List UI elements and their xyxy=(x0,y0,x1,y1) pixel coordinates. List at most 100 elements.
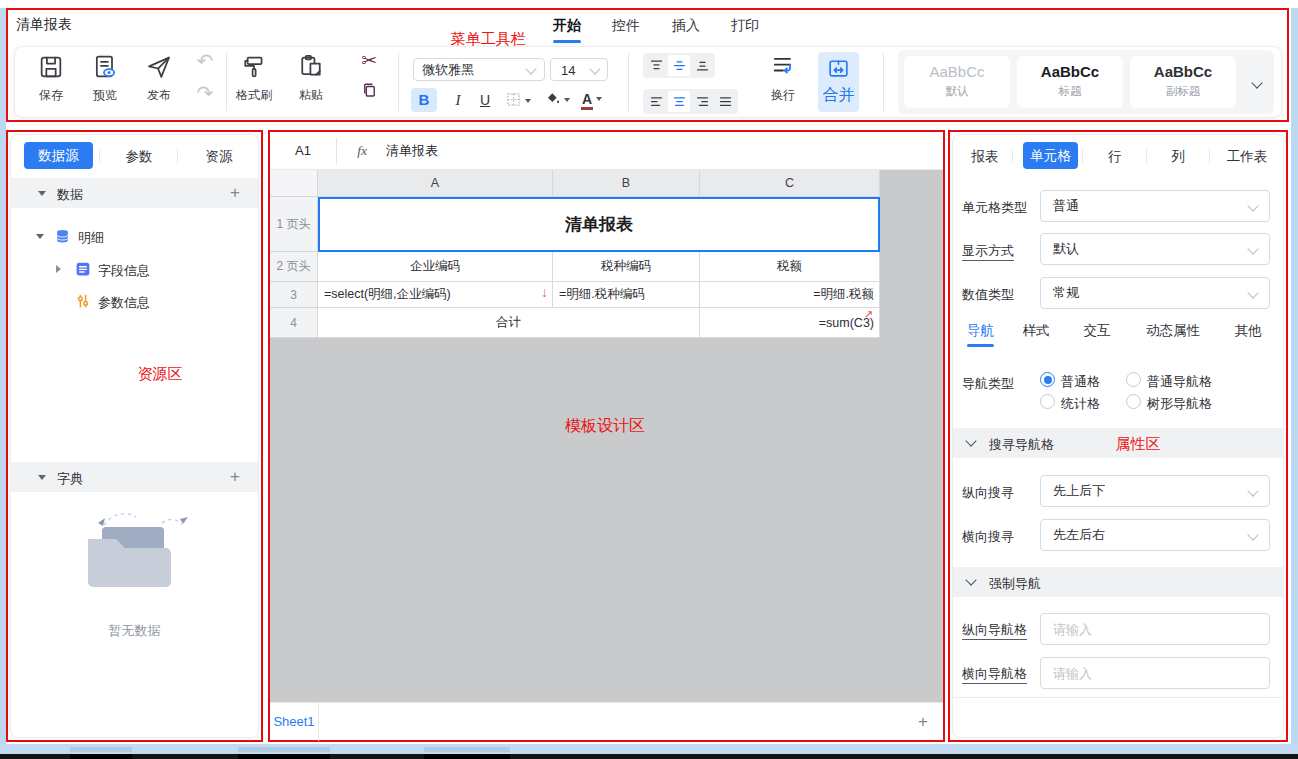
align-bottom-button[interactable] xyxy=(691,55,713,76)
redo-button[interactable]: ↷ xyxy=(192,81,218,105)
undo-button[interactable]: ↶ xyxy=(192,49,218,73)
cell-a2[interactable]: 企业编码 xyxy=(318,252,553,282)
tab-start[interactable]: 开始 xyxy=(553,17,581,35)
cell-reference[interactable]: A1 xyxy=(270,132,336,170)
annotation-resource-area: 资源区 xyxy=(118,365,202,384)
paste-button[interactable]: 粘贴 xyxy=(285,53,337,104)
cell-b2[interactable]: 税种编码 xyxy=(553,252,700,282)
italic-button[interactable]: I xyxy=(448,88,468,112)
expand-arrow-icon[interactable] xyxy=(56,265,61,273)
align-top-button[interactable] xyxy=(645,55,667,76)
sheet-tab[interactable]: Sheet1 xyxy=(270,703,319,741)
tab-report[interactable]: 报表 xyxy=(960,148,1010,166)
tab-resources[interactable]: 资源 xyxy=(194,148,244,166)
tab-insert[interactable]: 插入 xyxy=(672,17,700,35)
cell-c4[interactable]: =sum(C3) ↗ xyxy=(700,308,880,338)
style-preset-default[interactable]: AaBbCc 默认 xyxy=(904,56,1010,108)
align-justify-button[interactable] xyxy=(714,91,736,112)
font-family-select[interactable]: 微软雅黑 xyxy=(413,58,545,81)
tab-worksheet[interactable]: 工作表 xyxy=(1218,148,1276,166)
add-dict-button[interactable]: + xyxy=(230,467,240,487)
tab-column[interactable]: 列 xyxy=(1153,148,1203,166)
subtab-dynamic[interactable]: 动态属性 xyxy=(1145,322,1201,340)
tab-params[interactable]: 参数 xyxy=(114,148,164,166)
chevron-down-icon xyxy=(1247,485,1258,496)
cell-type-select[interactable]: 普通 xyxy=(1040,190,1270,222)
cell-b3[interactable]: =明细.税种编码 xyxy=(553,282,700,308)
tab-cell[interactable]: 单元格 xyxy=(1023,142,1078,169)
fill-color-icon xyxy=(545,91,561,107)
cell-c3[interactable]: =明细.税额 xyxy=(700,282,880,308)
dict-group-header[interactable]: 字典 + xyxy=(11,462,258,492)
force-nav-section-header[interactable]: 强制导航 xyxy=(953,567,1283,597)
cell-a4-merged[interactable]: 合计 xyxy=(318,308,700,338)
cell-c2[interactable]: 税额 xyxy=(700,252,880,282)
cell-a1-merged-selected[interactable]: 清单报表 xyxy=(318,197,880,252)
align-left-button[interactable] xyxy=(645,91,667,112)
font-color-button[interactable]: A xyxy=(581,88,611,112)
radio-normal-nav-cell[interactable] xyxy=(1126,372,1141,387)
collapse-arrow-icon[interactable] xyxy=(36,234,44,239)
col-header-a[interactable]: A xyxy=(318,170,553,197)
tab-print[interactable]: 打印 xyxy=(731,17,759,35)
font-size-select[interactable]: 14 xyxy=(550,58,608,81)
subtab-style[interactable]: 样式 xyxy=(1022,322,1050,340)
display-mode-select[interactable]: 默认 xyxy=(1040,233,1270,265)
add-datasource-button[interactable]: + xyxy=(230,183,240,203)
v-nav-cell-input[interactable] xyxy=(1040,613,1270,645)
subtab-interaction[interactable]: 交互 xyxy=(1083,322,1111,340)
row-header-3[interactable]: 3 xyxy=(270,282,318,308)
borders-button[interactable] xyxy=(505,91,531,109)
save-button[interactable]: 保存 xyxy=(25,53,77,104)
row-header-2[interactable]: 2 页头 xyxy=(270,252,318,282)
chevron-down-icon xyxy=(1247,529,1258,540)
radio-normal-cell[interactable] xyxy=(1040,372,1055,387)
tree-item-params[interactable]: 参数信息 xyxy=(8,289,261,313)
cut-button[interactable]: ✂ xyxy=(357,49,381,72)
row-header-4[interactable]: 4 xyxy=(270,308,318,338)
merge-icon xyxy=(826,56,851,81)
format-painter-button[interactable]: 格式刷 xyxy=(228,53,280,104)
copy-button[interactable] xyxy=(360,81,380,101)
add-sheet-button[interactable]: + xyxy=(918,712,928,732)
grid-corner[interactable] xyxy=(270,170,318,197)
merge-button[interactable]: 合并 xyxy=(818,52,859,112)
gallery-expand-button[interactable] xyxy=(1253,73,1261,91)
tab-controls[interactable]: 控件 xyxy=(612,17,640,35)
subtab-nav[interactable]: 导航 xyxy=(967,322,994,340)
data-group-header[interactable]: 数据 + xyxy=(11,178,258,208)
formula-input[interactable]: 清单报表 xyxy=(386,132,438,170)
radio-stat-cell[interactable] xyxy=(1040,394,1055,409)
value-type-select[interactable]: 常规 xyxy=(1040,277,1270,309)
style-preset-subtitle[interactable]: AaBbCc 副标题 xyxy=(1130,56,1236,108)
tree-item-dataset[interactable]: 明细 xyxy=(8,224,261,248)
collapse-arrow-icon[interactable] xyxy=(38,191,46,196)
radio-tree-nav-cell[interactable] xyxy=(1126,394,1141,409)
fill-color-button[interactable] xyxy=(545,91,571,109)
align-middle-button[interactable] xyxy=(668,55,690,76)
tree-item-fields[interactable]: 字段信息 xyxy=(8,257,261,281)
subtab-other[interactable]: 其他 xyxy=(1234,322,1262,340)
h-search-select[interactable]: 先左后右 xyxy=(1040,519,1270,551)
tab-row[interactable]: 行 xyxy=(1090,148,1140,166)
bold-button[interactable]: B xyxy=(411,88,437,112)
preview-button[interactable]: 预览 xyxy=(79,53,131,104)
v-search-select[interactable]: 先上后下 xyxy=(1040,475,1270,507)
style-preset-title[interactable]: AaBbCc 标题 xyxy=(1017,56,1123,108)
publish-button[interactable]: 发布 xyxy=(133,53,185,104)
align-center-button[interactable] xyxy=(668,91,690,112)
col-header-b[interactable]: B xyxy=(553,170,700,197)
horizontal-align-group xyxy=(643,89,738,114)
cell-a3[interactable]: =select(明细,企业编码) ↓ xyxy=(318,282,553,308)
empty-folder-illustration xyxy=(72,507,196,605)
tab-datasource[interactable]: 数据源 xyxy=(24,142,93,169)
align-right-button[interactable] xyxy=(691,91,713,112)
wrap-button[interactable]: 换行 xyxy=(757,53,809,104)
h-nav-cell-input[interactable] xyxy=(1040,657,1270,689)
row-header-1[interactable]: 1 页头 xyxy=(270,197,318,252)
left-panel-region: 数据源 参数 资源 数据 + 明细 字段信息 参数信息 资源区 字典 + 暂无数… xyxy=(6,130,263,742)
v-search-label: 纵向搜寻 xyxy=(962,484,1014,502)
underline-button[interactable]: U xyxy=(475,88,495,112)
col-header-c[interactable]: C xyxy=(700,170,880,197)
collapse-arrow-icon[interactable] xyxy=(38,475,46,480)
